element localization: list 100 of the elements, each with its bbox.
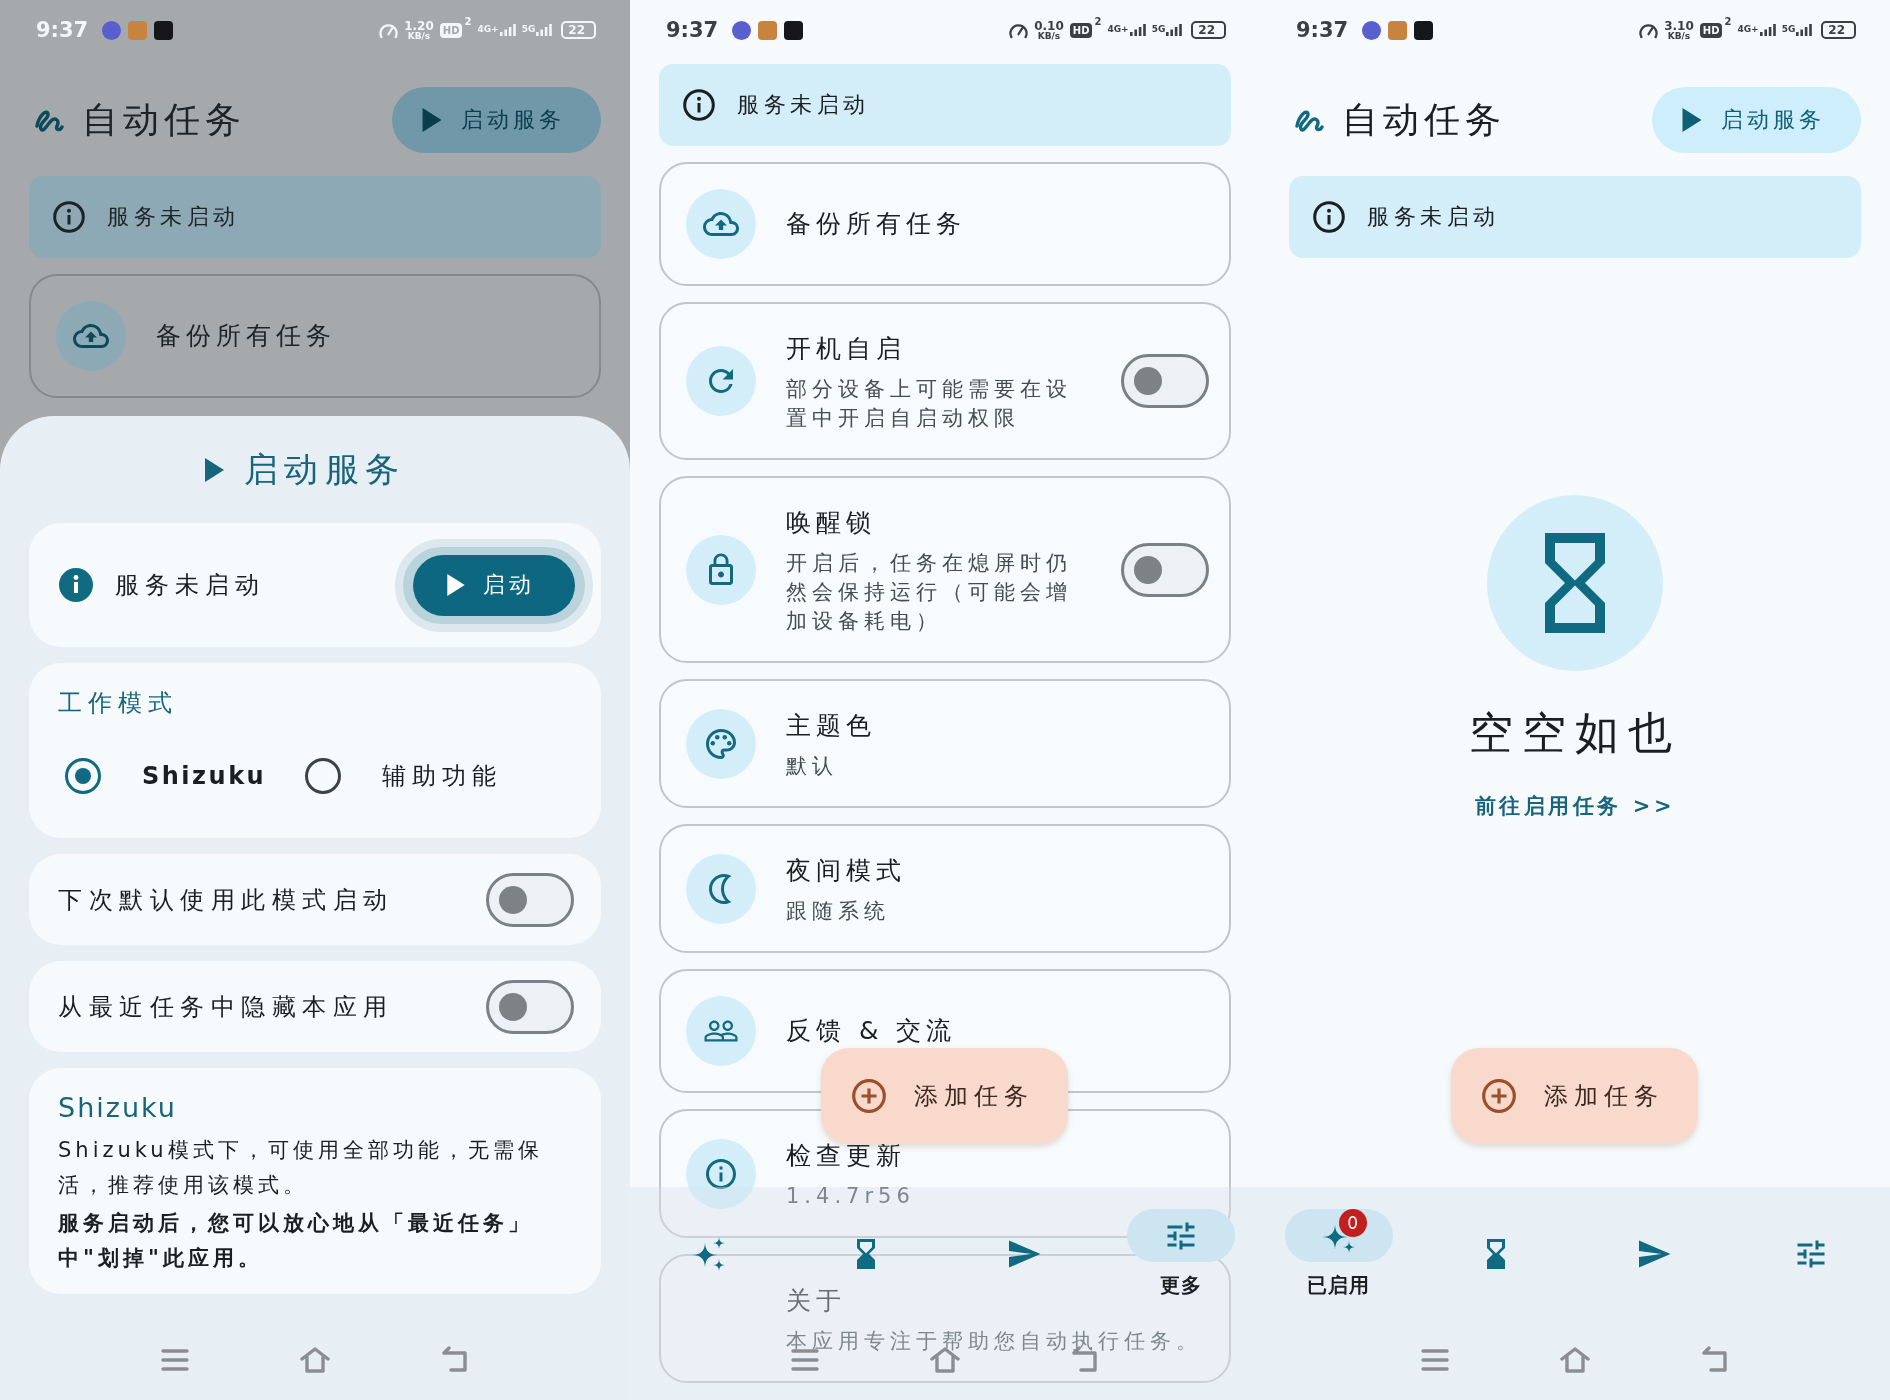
app-notification-icon <box>154 20 174 40</box>
settings-card[interactable]: 开机自启 部分设备上可能需要在设置中开启自启动权限 <box>659 302 1231 460</box>
speedometer-icon <box>1639 21 1659 39</box>
status-time: 9:37 <box>1296 18 1349 42</box>
note-text: Shizuku模式下，可使用全部功能，无需保活，推荐使用该模式。 <box>58 1137 544 1199</box>
setting-title: 关于 <box>786 1285 846 1317</box>
banner-text: 服务未启动 <box>1367 203 1500 231</box>
start-service-button[interactable]: 启动服务 <box>1652 87 1861 153</box>
toggle-switch[interactable] <box>1121 354 1209 408</box>
setting-title: 夜间模式 <box>786 855 906 887</box>
signal-bars-icon <box>536 24 553 36</box>
settings-card[interactable]: 主题色 默认 <box>659 679 1231 808</box>
setting-title: 反馈 & 交流 <box>786 1015 957 1047</box>
setting-value: 本应用专注于帮助您自动执行任务。 <box>786 1328 1202 1355</box>
speedometer-icon <box>379 21 399 39</box>
network-type-label: 5G <box>1781 24 1796 34</box>
status-time: 9:37 <box>666 18 719 42</box>
speed-unit: KB/s <box>1037 31 1061 41</box>
network-speed: 3.10 <box>1664 19 1694 32</box>
signal-bars-icon <box>1796 24 1813 36</box>
battery-indicator: 22 <box>1821 21 1856 39</box>
play-icon <box>422 108 442 132</box>
app-notification-icon <box>128 20 148 40</box>
back-icon[interactable] <box>440 1346 470 1374</box>
sim-number: 2 <box>1724 15 1732 27</box>
sparkles-icon <box>1284 1209 1393 1262</box>
switch-label: 从最近任务中隐藏本应用 <box>58 991 394 1023</box>
network-speed: 1.20 <box>404 19 434 32</box>
enable-tasks-link[interactable]: 前往启用任务 >> <box>1475 791 1675 821</box>
battery-indicator: 22 <box>561 21 596 39</box>
network-speed: 0.10 <box>1034 19 1064 32</box>
home-icon[interactable] <box>300 1346 330 1374</box>
setting-description: 部分设备上可能需要在设置中开启自启动权限 <box>786 376 1073 432</box>
info-icon <box>1313 201 1345 233</box>
radio-button[interactable] <box>305 758 342 794</box>
menu-icon[interactable] <box>160 1346 190 1374</box>
plus-circle-icon <box>1482 1079 1516 1113</box>
hd-badge: HD <box>439 22 463 38</box>
hd-badge: HD <box>1069 22 1093 38</box>
banner-text: 服务未启动 <box>107 203 240 231</box>
app-notification-icon <box>102 20 122 40</box>
settings-card[interactable]: 备份所有任务 <box>29 274 601 398</box>
network-type-label: 4G+ <box>477 24 499 34</box>
signal-bars-icon <box>1166 24 1183 36</box>
sim-number: 2 <box>464 15 472 27</box>
radio-label: 辅助功能 <box>382 761 503 792</box>
menu-icon[interactable] <box>1420 1346 1450 1374</box>
setting-value: 默认 <box>786 753 838 780</box>
app-notification-icon <box>1414 20 1434 40</box>
setting-title: 主题色 <box>786 710 876 742</box>
network-type-label: 5G <box>521 24 536 34</box>
start-button[interactable]: 启动 <box>413 554 575 616</box>
banner-text: 服务未启动 <box>737 91 870 119</box>
radio-label: Shizuku <box>142 762 267 790</box>
speed-unit: KB/s <box>407 31 431 41</box>
status-time: 9:37 <box>36 18 89 42</box>
settings-card[interactable]: 夜间模式 跟随系统 <box>659 824 1231 953</box>
info-icon <box>53 201 85 233</box>
note-title: Shizuku <box>58 1091 177 1125</box>
start-service-button[interactable]: 启动服务 <box>392 87 601 153</box>
toggle-switch[interactable] <box>486 979 574 1034</box>
plus-circle-icon <box>852 1079 886 1113</box>
setting-value: 1.4.7r56 <box>786 1183 915 1210</box>
play-icon <box>1682 108 1702 132</box>
home-icon[interactable] <box>1560 1346 1590 1374</box>
play-icon <box>447 574 465 596</box>
setting-title: 开机自启 <box>786 333 906 365</box>
note-emphasis: 服务启动后，您可以放心地从「最近任务」中"划掉"此应用。 <box>58 1210 534 1272</box>
play-icon <box>204 457 224 482</box>
setting-description: 开启后，任务在熄屏时仍然会保持运行（可能会增加设备耗电） <box>786 550 1073 635</box>
network-type-label: 5G <box>1151 24 1166 34</box>
sim-number: 2 <box>1094 15 1102 27</box>
battery-indicator: 22 <box>1191 21 1226 39</box>
add-task-button[interactable]: 添加任务 <box>1451 1048 1698 1144</box>
speedometer-icon <box>1009 21 1029 39</box>
setting-title: 备份所有任务 <box>786 208 966 240</box>
info-icon <box>683 89 715 121</box>
settings-card[interactable]: 唤醒锁 开启后，任务在熄屏时仍然会保持运行（可能会增加设备耗电） <box>659 476 1231 663</box>
nav-tab[interactable]: 0 已启用 <box>1284 1209 1393 1298</box>
back-icon[interactable] <box>1700 1346 1730 1374</box>
network-type-label: 4G+ <box>1737 24 1759 34</box>
section-title: 工作模式 <box>58 688 178 719</box>
app-title: 自动任务 <box>82 97 246 142</box>
network-type-label: 4G+ <box>1107 24 1129 34</box>
toggle-switch[interactable] <box>1121 542 1209 597</box>
speed-unit: KB/s <box>1667 31 1691 41</box>
app-notification-icon <box>1362 20 1382 40</box>
radio-button[interactable] <box>65 758 101 794</box>
app-notification-icon <box>732 20 752 40</box>
settings-card[interactable]: 备份所有任务 <box>659 162 1231 286</box>
signal-bars-icon <box>1759 24 1776 36</box>
app-title: 自动任务 <box>1342 97 1506 142</box>
sliders-icon <box>1127 1209 1236 1262</box>
setting-value: 跟随系统 <box>786 898 890 925</box>
signal-bars-icon <box>1129 24 1146 36</box>
hd-badge: HD <box>1699 22 1723 38</box>
toggle-switch[interactable] <box>486 872 574 927</box>
setting-title: 备份所有任务 <box>156 320 336 352</box>
switch-label: 下次默认使用此模式启动 <box>58 884 394 916</box>
add-task-button[interactable]: 添加任务 <box>821 1048 1068 1144</box>
